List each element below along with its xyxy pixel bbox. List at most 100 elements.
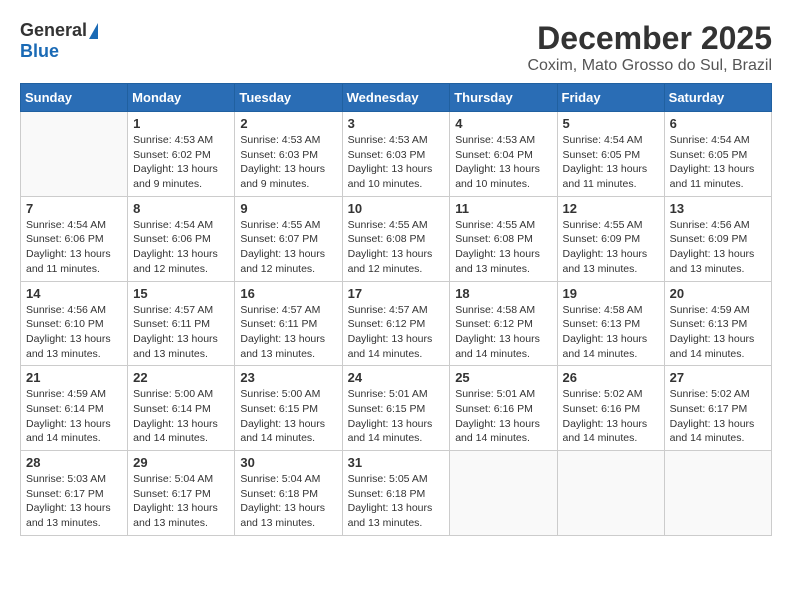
calendar-week-row: 21 Sunrise: 4:59 AMSunset: 6:14 PMDayligh… bbox=[21, 366, 772, 451]
day-number: 31 bbox=[348, 455, 445, 470]
day-info: Sunrise: 5:03 AMSunset: 6:17 PMDaylight:… bbox=[26, 472, 122, 531]
day-number: 11 bbox=[455, 201, 551, 216]
day-info: Sunrise: 5:05 AMSunset: 6:18 PMDaylight:… bbox=[348, 472, 445, 531]
logo-general-text: General bbox=[20, 20, 87, 41]
calendar-day-header: Tuesday bbox=[235, 84, 342, 112]
calendar-day-header: Friday bbox=[557, 84, 664, 112]
calendar-day-cell bbox=[557, 451, 664, 536]
day-number: 8 bbox=[133, 201, 229, 216]
day-info: Sunrise: 4:56 AMSunset: 6:09 PMDaylight:… bbox=[670, 218, 766, 277]
logo-icon bbox=[89, 23, 98, 39]
calendar-day-header: Wednesday bbox=[342, 84, 450, 112]
calendar-day-cell: 19 Sunrise: 4:58 AMSunset: 6:13 PMDayligh… bbox=[557, 281, 664, 366]
calendar-day-cell: 11 Sunrise: 4:55 AMSunset: 6:08 PMDayligh… bbox=[450, 196, 557, 281]
day-number: 6 bbox=[670, 116, 766, 131]
day-info: Sunrise: 4:54 AMSunset: 6:05 PMDaylight:… bbox=[563, 133, 659, 192]
day-info: Sunrise: 4:58 AMSunset: 6:12 PMDaylight:… bbox=[455, 303, 551, 362]
day-info: Sunrise: 4:58 AMSunset: 6:13 PMDaylight:… bbox=[563, 303, 659, 362]
logo: General Blue bbox=[20, 20, 98, 62]
calendar-day-cell: 16 Sunrise: 4:57 AMSunset: 6:11 PMDayligh… bbox=[235, 281, 342, 366]
calendar-day-cell: 17Sunrise: 4:57 AMSunset: 6:12 PMDayligh… bbox=[342, 281, 450, 366]
day-number: 20 bbox=[670, 286, 766, 301]
day-number: 12 bbox=[563, 201, 659, 216]
calendar-day-cell: 3Sunrise: 4:53 AMSunset: 6:03 PMDaylight… bbox=[342, 112, 450, 197]
calendar-header-row: SundayMondayTuesdayWednesdayThursdayFrid… bbox=[21, 84, 772, 112]
day-number: 23 bbox=[240, 370, 336, 385]
calendar-day-cell: 4 Sunrise: 4:53 AMSunset: 6:04 PMDaylight… bbox=[450, 112, 557, 197]
page-header: General Blue December 2025 Coxim, Mato G… bbox=[20, 20, 772, 75]
day-info: Sunrise: 4:59 AMSunset: 6:13 PMDaylight:… bbox=[670, 303, 766, 362]
calendar-day-header: Saturday bbox=[664, 84, 771, 112]
calendar-day-cell: 31 Sunrise: 5:05 AMSunset: 6:18 PMDayligh… bbox=[342, 451, 450, 536]
day-info: Sunrise: 4:53 AMSunset: 6:03 PMDaylight:… bbox=[240, 133, 336, 192]
day-info: Sunrise: 5:04 AMSunset: 6:18 PMDaylight:… bbox=[240, 472, 336, 531]
calendar-day-cell: 24 Sunrise: 5:01 AMSunset: 6:15 PMDayligh… bbox=[342, 366, 450, 451]
day-number: 10 bbox=[348, 201, 445, 216]
calendar-week-row: 7 Sunrise: 4:54 AMSunset: 6:06 PMDaylight… bbox=[21, 196, 772, 281]
day-number: 1 bbox=[133, 116, 229, 131]
calendar-day-cell: 26 Sunrise: 5:02 AMSunset: 6:16 PMDayligh… bbox=[557, 366, 664, 451]
calendar-day-cell: 21 Sunrise: 4:59 AMSunset: 6:14 PMDayligh… bbox=[21, 366, 128, 451]
day-info: Sunrise: 4:59 AMSunset: 6:14 PMDaylight:… bbox=[26, 387, 122, 446]
day-info: Sunrise: 5:00 AMSunset: 6:15 PMDaylight:… bbox=[240, 387, 336, 446]
calendar-day-cell: 1 Sunrise: 4:53 AMSunset: 6:02 PMDaylight… bbox=[128, 112, 235, 197]
calendar-day-cell bbox=[664, 451, 771, 536]
day-number: 21 bbox=[26, 370, 122, 385]
day-number: 15 bbox=[133, 286, 229, 301]
day-number: 5 bbox=[563, 116, 659, 131]
day-number: 16 bbox=[240, 286, 336, 301]
calendar-day-cell: 2Sunrise: 4:53 AMSunset: 6:03 PMDaylight… bbox=[235, 112, 342, 197]
day-info: Sunrise: 4:55 AMSunset: 6:08 PMDaylight:… bbox=[455, 218, 551, 277]
calendar-day-cell: 14 Sunrise: 4:56 AMSunset: 6:10 PMDayligh… bbox=[21, 281, 128, 366]
day-number: 28 bbox=[26, 455, 122, 470]
calendar-day-cell: 30Sunrise: 5:04 AMSunset: 6:18 PMDayligh… bbox=[235, 451, 342, 536]
day-number: 19 bbox=[563, 286, 659, 301]
calendar-week-row: 14 Sunrise: 4:56 AMSunset: 6:10 PMDayligh… bbox=[21, 281, 772, 366]
calendar-day-cell: 25 Sunrise: 5:01 AMSunset: 6:16 PMDayligh… bbox=[450, 366, 557, 451]
calendar-day-cell bbox=[21, 112, 128, 197]
day-info: Sunrise: 5:00 AMSunset: 6:14 PMDaylight:… bbox=[133, 387, 229, 446]
day-info: Sunrise: 5:01 AMSunset: 6:15 PMDaylight:… bbox=[348, 387, 445, 446]
calendar-day-cell: 13 Sunrise: 4:56 AMSunset: 6:09 PMDayligh… bbox=[664, 196, 771, 281]
day-info: Sunrise: 4:53 AMSunset: 6:04 PMDaylight:… bbox=[455, 133, 551, 192]
day-number: 4 bbox=[455, 116, 551, 131]
day-info: Sunrise: 4:55 AMSunset: 6:07 PMDaylight:… bbox=[240, 218, 336, 277]
day-number: 24 bbox=[348, 370, 445, 385]
calendar-day-cell: 10 Sunrise: 4:55 AMSunset: 6:08 PMDayligh… bbox=[342, 196, 450, 281]
day-number: 9 bbox=[240, 201, 336, 216]
month-title: December 2025 bbox=[527, 20, 772, 57]
day-number: 25 bbox=[455, 370, 551, 385]
day-number: 17 bbox=[348, 286, 445, 301]
day-number: 22 bbox=[133, 370, 229, 385]
location: Coxim, Mato Grosso do Sul, Brazil bbox=[527, 57, 772, 75]
calendar-day-cell: 23 Sunrise: 5:00 AMSunset: 6:15 PMDayligh… bbox=[235, 366, 342, 451]
day-info: Sunrise: 4:57 AMSunset: 6:11 PMDaylight:… bbox=[240, 303, 336, 362]
day-number: 7 bbox=[26, 201, 122, 216]
calendar-day-cell: 5 Sunrise: 4:54 AMSunset: 6:05 PMDaylight… bbox=[557, 112, 664, 197]
calendar-day-cell: 29Sunrise: 5:04 AMSunset: 6:17 PMDayligh… bbox=[128, 451, 235, 536]
calendar-day-cell: 18 Sunrise: 4:58 AMSunset: 6:12 PMDayligh… bbox=[450, 281, 557, 366]
calendar-day-cell: 8 Sunrise: 4:54 AMSunset: 6:06 PMDaylight… bbox=[128, 196, 235, 281]
day-number: 29 bbox=[133, 455, 229, 470]
day-number: 18 bbox=[455, 286, 551, 301]
day-info: Sunrise: 5:01 AMSunset: 6:16 PMDaylight:… bbox=[455, 387, 551, 446]
day-info: Sunrise: 4:56 AMSunset: 6:10 PMDaylight:… bbox=[26, 303, 122, 362]
calendar-day-cell: 12Sunrise: 4:55 AMSunset: 6:09 PMDayligh… bbox=[557, 196, 664, 281]
calendar-day-cell: 7 Sunrise: 4:54 AMSunset: 6:06 PMDaylight… bbox=[21, 196, 128, 281]
day-number: 3 bbox=[348, 116, 445, 131]
day-number: 26 bbox=[563, 370, 659, 385]
day-info: Sunrise: 4:54 AMSunset: 6:06 PMDaylight:… bbox=[26, 218, 122, 277]
day-info: Sunrise: 4:57 AMSunset: 6:11 PMDaylight:… bbox=[133, 303, 229, 362]
day-info: Sunrise: 4:55 AMSunset: 6:08 PMDaylight:… bbox=[348, 218, 445, 277]
day-info: Sunrise: 4:53 AMSunset: 6:02 PMDaylight:… bbox=[133, 133, 229, 192]
day-info: Sunrise: 4:54 AMSunset: 6:06 PMDaylight:… bbox=[133, 218, 229, 277]
day-number: 27 bbox=[670, 370, 766, 385]
day-number: 13 bbox=[670, 201, 766, 216]
day-number: 14 bbox=[26, 286, 122, 301]
calendar-week-row: 1 Sunrise: 4:53 AMSunset: 6:02 PMDaylight… bbox=[21, 112, 772, 197]
title-section: December 2025 Coxim, Mato Grosso do Sul,… bbox=[527, 20, 772, 75]
calendar-day-cell: 15 Sunrise: 4:57 AMSunset: 6:11 PMDayligh… bbox=[128, 281, 235, 366]
day-info: Sunrise: 5:02 AMSunset: 6:16 PMDaylight:… bbox=[563, 387, 659, 446]
calendar-day-header: Sunday bbox=[21, 84, 128, 112]
calendar-day-cell: 20 Sunrise: 4:59 AMSunset: 6:13 PMDayligh… bbox=[664, 281, 771, 366]
